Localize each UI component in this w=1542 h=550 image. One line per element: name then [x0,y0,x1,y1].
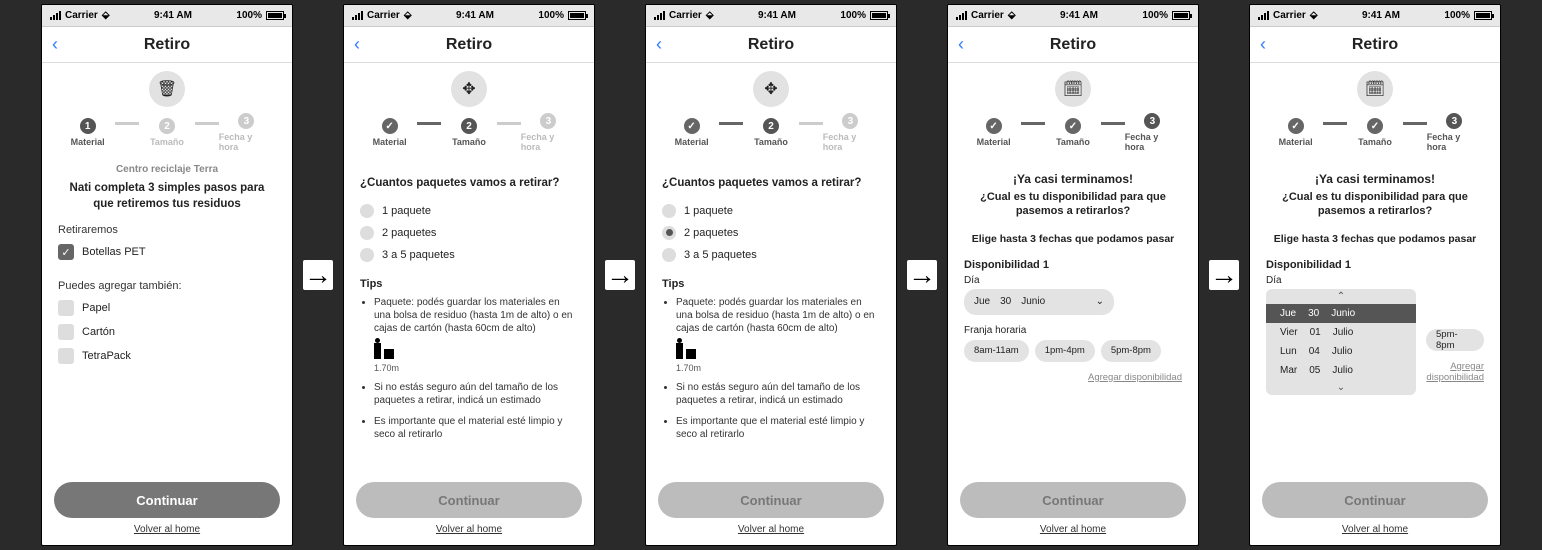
page-title: Retiro [144,36,190,54]
day-dropdown[interactable]: Jue30Junio ⌄ [964,289,1114,315]
home-link[interactable]: Volver al home [356,524,582,535]
center-name: Centro reciclaje Terra [58,164,276,175]
availability-question: ¿Cual es tu disponibilidad para que pase… [964,190,1182,219]
chevron-down-icon: ⌄ [1096,296,1104,307]
clock: 9:41 AM [154,10,192,21]
chevron-down-icon[interactable]: ⌄ [1266,380,1416,395]
battery-icon [266,11,284,20]
scale-diagram [374,343,578,359]
radio-1paquete[interactable]: 1 paquete [360,204,578,218]
checkbox-tetrapack[interactable]: TetraPack [58,348,276,364]
home-link[interactable]: Volver al home [54,524,280,535]
tips-list: Paquete: podés guardar los materiales en… [360,296,578,335]
radio-3a5paquetes[interactable]: 3 a 5 paquetes [662,248,880,262]
screen-2-tamano-empty: Carrier⬙ 9:41 AM 100% ‹Retiro ✥ ✓Materia… [343,4,595,546]
back-button[interactable]: ‹ [656,34,662,55]
carrier-label: Carrier [65,10,98,21]
slot-label: Franja horaria [964,325,1182,336]
almost-done: ¡Ya casi terminamos! [964,172,1182,186]
pick-note: Elige hasta 3 fechas que podamos pasar [964,233,1182,245]
slot-8-11[interactable]: 8am-11am [964,340,1029,362]
step-2-label: Tamaño [150,137,184,147]
home-link[interactable]: Volver al home [960,524,1186,535]
add-availability-link[interactable]: Agregar disponibilidad [1426,361,1484,383]
continue-button-disabled: Continuar [960,482,1186,518]
home-link[interactable]: Volver al home [1262,524,1488,535]
continue-button-disabled: Continuar [658,482,884,518]
back-button[interactable]: ‹ [52,34,58,55]
question: ¿Cuantos paquetes vamos a retirar? [360,176,578,192]
trash-icon: 🗑 [149,71,185,107]
checkbox-carton[interactable]: Cartón [58,324,276,340]
status-bar: Carrier⬙ 9:41 AM 100% [344,5,594,27]
slot-5-8[interactable]: 5pm-8pm [1426,329,1484,351]
battery-pct: 100% [236,10,262,21]
move-icon: ✥ [753,71,789,107]
day-label: Día [964,275,1182,286]
step-1-dot: 1 [80,118,96,134]
screen-5-fecha-open: Carrier⬙ 9:41 AM 100% ‹Retiro 🗓 ✓Materia… [1249,4,1501,546]
step-2-dot: 2 [159,118,175,134]
date-option-lun-04[interactable]: Lun04Julio [1266,342,1416,361]
signal-icon [50,11,61,20]
wifi-icon: ⬙ [102,10,110,21]
radio-2paquetes-selected[interactable]: 2 paquetes [662,226,880,240]
radio-3a5paquetes[interactable]: 3 a 5 paquetes [360,248,578,262]
back-button[interactable]: ‹ [354,34,360,55]
tips-heading: Tips [360,278,578,290]
home-link[interactable]: Volver al home [658,524,884,535]
screen-4-fecha: Carrier⬙ 9:41 AM 100% ‹Retiro 🗓 ✓Materia… [947,4,1199,546]
intro-text: Nati completa 3 simples pasos para que r… [58,181,276,212]
step-3-dot: 3 [238,113,254,129]
day-dropdown-open[interactable]: ⌃ Jue30Junio Vier01Julio Lun04Julio Mar0… [1266,289,1416,395]
step-3-label: Fecha y hora [219,132,274,152]
date-option-vier-01[interactable]: Vier01Julio [1266,323,1416,342]
calendar-icon: 🗓 [1357,71,1393,107]
nav-bar: ‹ Retiro [42,27,292,63]
slot-5-8[interactable]: 5pm-8pm [1101,340,1161,362]
retire-label: Retiraremos [58,224,276,236]
date-option-jue-30[interactable]: Jue30Junio [1266,304,1416,323]
move-icon: ✥ [451,71,487,107]
continue-button[interactable]: Continuar [54,482,280,518]
screen-3-tamano-selected: Carrier⬙ 9:41 AM 100% ‹Retiro ✥ ✓Materia… [645,4,897,546]
continue-button-disabled: Continuar [1262,482,1488,518]
chevron-up-icon[interactable]: ⌃ [1266,289,1416,304]
group-label: Disponibilidad 1 [964,259,1182,271]
screen-1-material: Carrier ⬙ 9:41 AM 100% ‹ Retiro 🗑 1 Materi… [41,4,293,546]
step-1-label: Material [71,137,105,147]
continue-button-disabled: Continuar [356,482,582,518]
flow-arrow: → [303,260,333,290]
calendar-icon: 🗓 [1055,71,1091,107]
stepper: 1 Material 2 Tamaño 3 Fecha y hora [42,113,292,152]
slot-1-4[interactable]: 1pm-4pm [1035,340,1095,362]
radio-1paquete[interactable]: 1 paquete [662,204,880,218]
date-option-mar-05[interactable]: Mar05Julio [1266,361,1416,380]
add-label: Puedes agregar también: [58,280,276,292]
checkbox-botellas[interactable]: ✓Botellas PET [58,244,276,260]
back-button[interactable]: ‹ [1260,34,1266,55]
status-bar: Carrier ⬙ 9:41 AM 100% [42,5,292,27]
add-availability-link[interactable]: Agregar disponibilidad [964,372,1182,383]
check-icon: ✓ [58,244,74,260]
back-button[interactable]: ‹ [958,34,964,55]
checkbox-papel[interactable]: Papel [58,300,276,316]
time-slots: 8am-11am 1pm-4pm 5pm-8pm [964,340,1182,362]
radio-2paquetes[interactable]: 2 paquetes [360,226,578,240]
